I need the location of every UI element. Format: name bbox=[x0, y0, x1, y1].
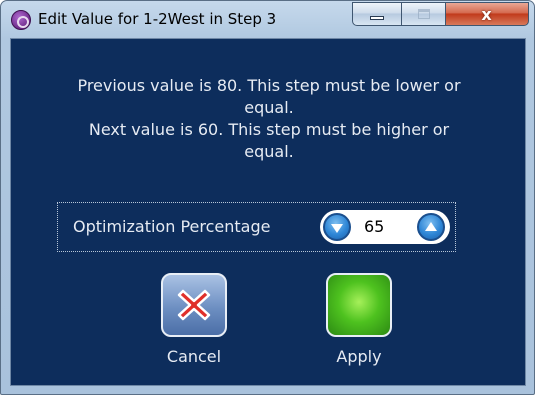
cancel-tile[interactable] bbox=[161, 273, 227, 337]
maximize-button[interactable] bbox=[402, 2, 446, 26]
cancel-button[interactable]: Cancel bbox=[154, 273, 234, 373]
minimize-button[interactable] bbox=[352, 2, 402, 26]
chevron-down-icon bbox=[331, 224, 343, 233]
minimize-icon bbox=[370, 16, 384, 20]
message-line: equal. bbox=[244, 98, 294, 117]
maximize-icon bbox=[418, 9, 430, 19]
app-logo-icon[interactable] bbox=[11, 10, 31, 30]
dialog-body: Previous value is 80. This step must be … bbox=[10, 38, 526, 386]
close-icon: x bbox=[481, 5, 492, 24]
close-button[interactable]: x bbox=[446, 2, 529, 26]
cancel-label: Cancel bbox=[166, 347, 222, 366]
red-x-icon bbox=[177, 289, 211, 321]
apply-button[interactable]: Apply bbox=[319, 273, 399, 373]
optimization-percentage-stepper[interactable]: 65 bbox=[320, 210, 450, 244]
decrement-button[interactable] bbox=[323, 213, 351, 241]
message-line: Previous value is 80. This step must be … bbox=[77, 76, 461, 95]
message-line: equal. bbox=[244, 142, 294, 161]
window-title: Edit Value for 1-2West in Step 3 bbox=[38, 10, 277, 28]
edit-value-dialog: Edit Value for 1-2West in Step 3 x Previ… bbox=[0, 0, 535, 395]
optimization-setting-group: Optimization Percentage 65 bbox=[57, 202, 456, 252]
optimization-percentage-label: Optimization Percentage bbox=[73, 217, 271, 236]
validation-message: Previous value is 80. This step must be … bbox=[11, 75, 527, 163]
title-bar[interactable]: Edit Value for 1-2West in Step 3 x bbox=[1, 1, 534, 37]
chevron-up-icon bbox=[425, 222, 437, 231]
message-line: Next value is 60. This step must be high… bbox=[88, 120, 450, 139]
green-square-icon[interactable] bbox=[326, 273, 392, 337]
apply-label: Apply bbox=[336, 347, 382, 366]
optimization-percentage-value[interactable]: 65 bbox=[364, 217, 404, 236]
caption-buttons: x bbox=[352, 2, 529, 26]
increment-button[interactable] bbox=[417, 213, 445, 241]
